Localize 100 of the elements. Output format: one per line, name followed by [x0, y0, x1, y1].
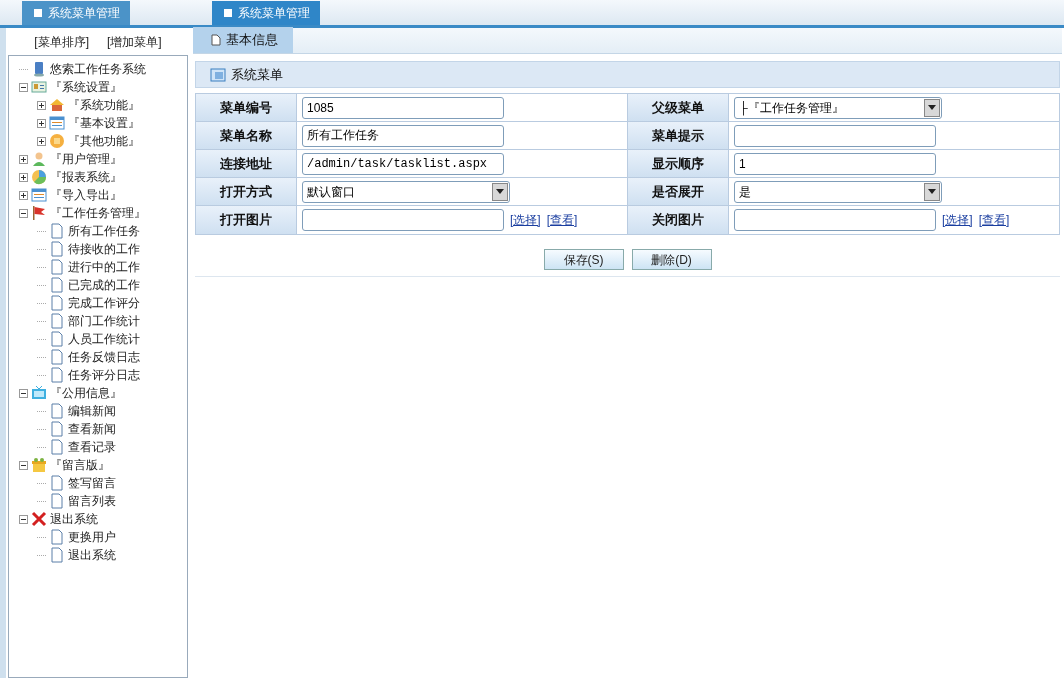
expand-toggle[interactable] — [37, 118, 46, 128]
section-title: 系统菜单 — [231, 65, 283, 84]
page-icon — [49, 493, 65, 509]
tree-item[interactable]: 『留言版』 — [50, 456, 110, 474]
dropdown[interactable]: ├『工作任务管理』 — [734, 96, 942, 119]
tree-item[interactable]: 『其他功能』 — [68, 132, 140, 150]
field-label: 菜单提示 — [628, 122, 729, 149]
page-icon — [49, 259, 65, 275]
user-icon — [31, 151, 47, 167]
text-field[interactable]: /admin/task/tasklist.aspx — [302, 152, 504, 175]
caret-icon — [924, 182, 940, 201]
caret-icon — [924, 98, 940, 117]
field-label: 连接地址 — [196, 150, 297, 177]
dropdown[interactable]: 默认窗口 — [302, 180, 510, 203]
page-icon — [49, 367, 65, 383]
page-icon — [49, 313, 65, 329]
page-icon — [49, 349, 65, 365]
cross-icon — [31, 511, 47, 527]
text-field[interactable]: 1085 — [302, 96, 504, 119]
tree-item[interactable]: 『系统功能』 — [68, 96, 140, 114]
tree-item[interactable]: 『公用信息』 — [50, 384, 122, 402]
tree-item[interactable]: 『系统设置』 — [50, 78, 122, 96]
text-field[interactable] — [734, 209, 936, 231]
page-icon — [49, 403, 65, 419]
tv-icon — [31, 385, 47, 401]
field-label: 打开方式 — [196, 178, 297, 205]
expand-toggle[interactable] — [19, 154, 28, 164]
page-icon — [49, 277, 65, 293]
tree-item[interactable]: 更换用户 — [68, 528, 116, 546]
tree-item[interactable]: 查看新闻 — [68, 420, 116, 438]
caret-icon — [492, 182, 508, 201]
id-card-icon — [31, 79, 47, 95]
tree-item[interactable]: 任务评分日志 — [68, 366, 140, 384]
tree-item[interactable]: 查看记录 — [68, 438, 116, 456]
square-icon — [34, 9, 42, 17]
page-icon — [49, 295, 65, 311]
computer-icon — [31, 61, 47, 77]
page-icon — [49, 475, 65, 491]
text-field[interactable]: 1 — [734, 152, 936, 175]
tree-item[interactable]: 『报表系统』 — [50, 168, 122, 186]
tab[interactable]: 系统菜单管理 — [212, 1, 320, 25]
link[interactable]: [查看] — [546, 211, 578, 229]
expand-toggle[interactable] — [19, 190, 28, 200]
tree-item[interactable]: 留言列表 — [68, 492, 116, 510]
tree-item[interactable]: 进行中的工作 — [68, 258, 140, 276]
field-label: 菜单名称 — [196, 122, 297, 149]
tree-item[interactable]: 『导入导出』 — [50, 186, 122, 204]
field-label: 菜单编号 — [196, 94, 297, 121]
tree-item[interactable]: 编辑新闻 — [68, 402, 116, 420]
field-label: 打开图片 — [196, 206, 297, 234]
gift-icon — [31, 457, 47, 473]
tree-item[interactable]: 『用户管理』 — [50, 150, 122, 168]
tree-item[interactable]: 所有工作任务 — [68, 222, 140, 240]
collapse-toggle[interactable] — [19, 82, 28, 92]
dropdown[interactable]: 是 — [734, 180, 942, 203]
form-button[interactable]: 保存(S) — [543, 249, 624, 270]
page-icon — [49, 529, 65, 545]
text-field[interactable]: 所有工作任务 — [302, 124, 504, 147]
text-field[interactable] — [734, 124, 936, 147]
pie-chart-icon — [31, 169, 47, 185]
page-icon — [49, 421, 65, 437]
link[interactable]: [选择] — [510, 211, 541, 229]
tree-item[interactable]: 退出系统 — [68, 546, 116, 564]
field-label: 是否展开 — [628, 178, 729, 205]
collapse-toggle[interactable] — [19, 514, 28, 524]
expand-toggle[interactable] — [19, 172, 28, 182]
field-label: 关闭图片 — [628, 206, 729, 234]
form-button[interactable]: 删除(D) — [631, 249, 712, 270]
form-icon — [31, 187, 47, 203]
tree-item[interactable]: 部门工作统计 — [68, 312, 140, 330]
house-icon — [49, 97, 65, 113]
tree-item[interactable]: 『工作任务管理』 — [50, 204, 146, 222]
menu-action-link[interactable]: [菜单排序] — [34, 32, 89, 51]
expand-toggle[interactable] — [37, 100, 46, 110]
tab[interactable]: 基本信息 — [193, 27, 293, 53]
form-icon — [49, 115, 65, 131]
link[interactable]: [查看] — [978, 211, 1010, 229]
tree-item[interactable]: 悠索工作任务系统 — [50, 60, 146, 78]
table-icon — [210, 67, 226, 82]
collapse-toggle[interactable] — [19, 208, 28, 218]
expand-toggle[interactable] — [37, 136, 46, 146]
tree-item[interactable]: 签写留言 — [68, 474, 116, 492]
tree-item[interactable]: 已完成的工作 — [68, 276, 140, 294]
tree-item[interactable]: 完成工作评分 — [68, 294, 140, 312]
coin-icon — [49, 133, 65, 149]
tree-item[interactable]: 退出系统 — [50, 510, 98, 528]
menu-action-link[interactable]: [增加菜单] — [107, 32, 162, 51]
text-field[interactable] — [302, 209, 504, 231]
tree-item[interactable]: 人员工作统计 — [68, 330, 140, 348]
tree-item[interactable]: 『基本设置』 — [68, 114, 140, 132]
page-icon — [49, 241, 65, 257]
collapse-toggle[interactable] — [19, 460, 28, 470]
link[interactable]: [选择] — [942, 211, 973, 229]
square-icon — [224, 9, 232, 17]
page-icon — [49, 331, 65, 347]
tree-item[interactable]: 任务反馈日志 — [68, 348, 140, 366]
page-icon — [49, 547, 65, 563]
collapse-toggle[interactable] — [19, 388, 28, 398]
tree-item[interactable]: 待接收的工作 — [68, 240, 140, 258]
page-icon — [49, 439, 65, 455]
